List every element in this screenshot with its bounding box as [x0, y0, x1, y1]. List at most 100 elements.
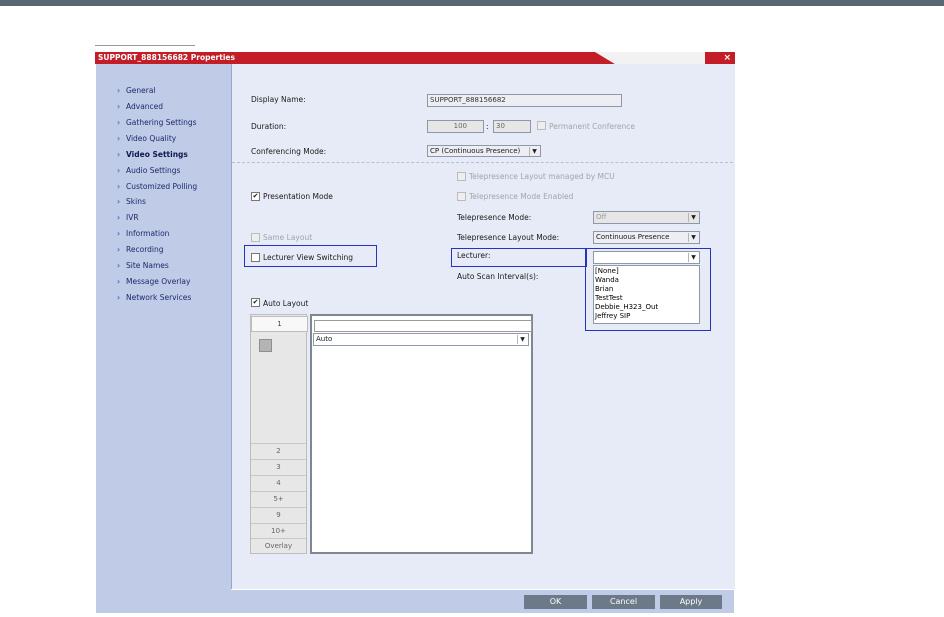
duration-label: Duration:	[251, 122, 287, 131]
dialog-title: SUPPORT_888156682 Properties	[98, 53, 235, 62]
lecturer-option[interactable]: Brian	[595, 286, 613, 293]
dropdown-arrow-icon: ▼	[688, 213, 698, 222]
chevron-right-icon: ›	[117, 293, 121, 302]
nav-item-label: Video Settings	[126, 150, 188, 159]
chevron-right-icon: ›	[117, 118, 121, 127]
ok-button[interactable]: OK	[524, 595, 587, 609]
lecturer-label: Lecturer:	[457, 251, 491, 260]
tp-mode-enabled-checkbox[interactable]	[457, 192, 466, 201]
conferencing-mode-select[interactable]: CP (Continuous Presence) ▼	[427, 145, 541, 157]
presentation-mode-label: Presentation Mode	[263, 192, 333, 201]
layout-preview-frame	[310, 314, 533, 554]
lecturer-option[interactable]: Debbie_H323_Out	[595, 304, 658, 311]
dropdown-arrow-icon: ▼	[688, 233, 698, 242]
nav-item-message-overlay[interactable]: › Message Overlay	[117, 277, 190, 286]
dialog-shadow-line	[95, 45, 195, 46]
nav-item-label: Site Names	[126, 261, 169, 270]
lecturer-option[interactable]: [None]	[595, 268, 619, 275]
tp-mode-select[interactable]: Off ▼	[593, 211, 700, 224]
layout-tab-9[interactable]: 9	[251, 507, 306, 522]
lecturer-option[interactable]: Wanda	[595, 277, 619, 284]
auto-layout-label: Auto Layout	[263, 299, 309, 308]
layout-tab-3[interactable]: 3	[251, 459, 306, 474]
nav-item-label: Message Overlay	[126, 277, 191, 286]
nav-item-advanced[interactable]: › Advanced	[117, 102, 163, 111]
section-divider	[232, 162, 733, 163]
layout-mode-select[interactable]: Auto ▼	[313, 333, 529, 346]
layout-tab-10-plus[interactable]: 10+	[251, 523, 306, 538]
dropdown-arrow-icon: ▼	[517, 335, 527, 344]
nav-item-audio-settings[interactable]: › Audio Settings	[117, 166, 180, 175]
cancel-button[interactable]: Cancel	[592, 595, 655, 609]
chevron-right-icon: ›	[117, 102, 121, 111]
nav-item-video-settings[interactable]: › Video Settings	[117, 150, 188, 159]
nav-item-label: Network Services	[126, 293, 192, 302]
nav-item-gathering-settings[interactable]: › Gathering Settings	[117, 118, 197, 127]
duration-minutes-stepper[interactable]: 30	[493, 120, 531, 133]
layout-tab-5-plus[interactable]: 5+	[251, 491, 306, 506]
layout-tab-2[interactable]: 2	[251, 443, 306, 458]
layout-tab-4[interactable]: 4	[251, 475, 306, 490]
display-name-field[interactable]: SUPPORT_888156682	[427, 94, 622, 107]
nav-item-video-quality[interactable]: › Video Quality	[117, 134, 176, 143]
nav-item-label: IVR	[126, 213, 139, 222]
nav-item-label: Advanced	[126, 102, 164, 111]
tp-layout-mode-value: Continuous Presence	[596, 233, 670, 241]
permanent-conference-checkbox[interactable]	[537, 121, 546, 130]
presentation-mode-checkbox[interactable]: ✔	[251, 192, 260, 201]
auto-scan-interval-label: Auto Scan Interval(s):	[457, 272, 539, 281]
chevron-right-icon: ›	[117, 134, 121, 143]
layout-thumbnail[interactable]	[259, 339, 272, 352]
top-border-bar	[0, 0, 944, 6]
nav-item-label: Gathering Settings	[126, 118, 197, 127]
tp-layout-mcu-label: Telepresence Layout managed by MCU	[469, 172, 615, 181]
duration-hours-stepper[interactable]: 100	[427, 120, 484, 133]
same-layout-checkbox[interactable]	[251, 233, 260, 242]
layout-preview-header	[314, 320, 532, 332]
nav-item-information[interactable]: › Information	[117, 229, 169, 238]
nav-item-label: Customized Polling	[126, 182, 198, 191]
nav-item-network-services[interactable]: › Network Services	[117, 293, 191, 302]
navigation-pane	[96, 64, 231, 613]
nav-item-customized-polling[interactable]: › Customized Polling	[117, 182, 197, 191]
nav-item-general[interactable]: › General	[117, 86, 156, 95]
chevron-right-icon: ›	[117, 277, 121, 286]
layout-tab-1[interactable]: 1	[251, 316, 308, 332]
chevron-right-icon: ›	[117, 86, 121, 95]
permanent-conference-label: Permanent Conference	[549, 122, 636, 131]
chevron-right-icon: ›	[117, 182, 121, 191]
lecturer-view-switching-label: Lecturer View Switching	[263, 253, 354, 262]
nav-item-label: General	[126, 86, 156, 95]
dropdown-arrow-icon: ▼	[529, 147, 539, 156]
tp-layout-mode-select[interactable]: Continuous Presence ▼	[593, 231, 700, 244]
apply-button[interactable]: Apply	[660, 595, 722, 609]
chevron-right-icon: ›	[117, 261, 121, 270]
nav-item-label: Recording	[126, 245, 164, 254]
dropdown-arrow-icon: ▼	[688, 253, 698, 262]
chevron-right-icon: ›	[117, 150, 121, 159]
lecturer-view-switching-checkbox[interactable]	[251, 253, 260, 262]
auto-layout-checkbox[interactable]: ✔	[251, 298, 260, 307]
nav-item-label: Audio Settings	[126, 166, 181, 175]
chevron-right-icon: ›	[117, 197, 121, 206]
nav-item-recording[interactable]: › Recording	[117, 245, 164, 254]
layout-tab-overlay[interactable]: Overlay	[251, 538, 306, 553]
nav-item-site-names[interactable]: › Site Names	[117, 261, 169, 270]
nav-item-label: Video Quality	[126, 134, 177, 143]
tp-mode-enabled-label: Telepresence Mode Enabled	[469, 192, 574, 201]
nav-item-ivr[interactable]: › IVR	[117, 213, 139, 222]
lecturer-select[interactable]: ▼	[593, 251, 700, 264]
tp-layout-mcu-checkbox[interactable]	[457, 172, 466, 181]
lecturer-option[interactable]: TestTest	[595, 295, 623, 302]
conferencing-mode-label: Conferencing Mode:	[251, 147, 327, 156]
chevron-right-icon: ›	[117, 229, 121, 238]
chevron-right-icon: ›	[117, 213, 121, 222]
nav-item-skins[interactable]: › Skins	[117, 197, 146, 206]
chevron-right-icon: ›	[117, 166, 121, 175]
display-name-label: Display Name:	[251, 95, 306, 104]
dialog-footer	[231, 590, 734, 613]
lecturer-option[interactable]: Jeffrey SIP	[595, 313, 630, 320]
duration-separator: :	[486, 122, 489, 131]
nav-item-label: Skins	[126, 197, 146, 206]
close-icon[interactable]: ×	[723, 52, 731, 64]
